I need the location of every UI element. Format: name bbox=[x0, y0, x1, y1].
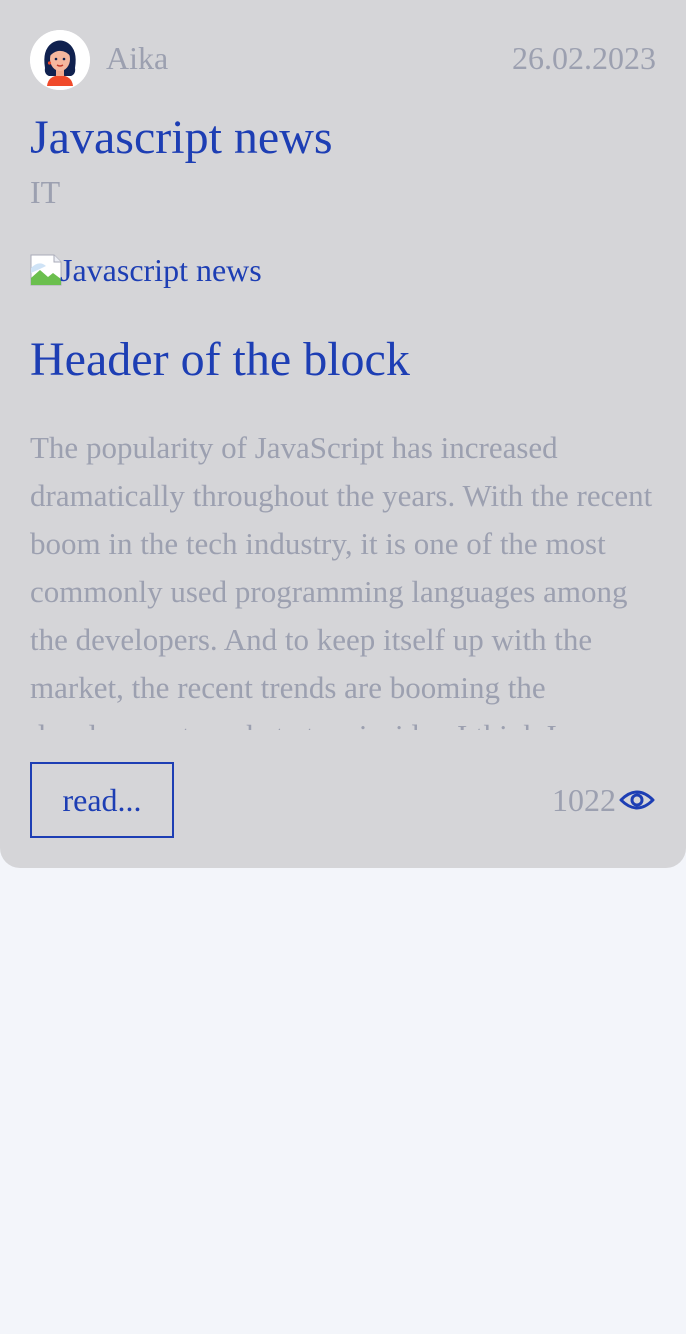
author-avatar[interactable] bbox=[30, 30, 90, 90]
woman-avatar-icon bbox=[30, 30, 90, 90]
read-more-button[interactable]: read... bbox=[30, 762, 174, 838]
post-image: Javascript news bbox=[30, 250, 262, 290]
author-name: Aika bbox=[106, 40, 169, 76]
post-body: The popularity of JavaScript has increas… bbox=[30, 430, 653, 730]
broken-image-icon bbox=[30, 254, 62, 286]
views-counter: 1022 bbox=[552, 778, 656, 822]
block-header: Header of the block bbox=[30, 333, 410, 386]
post-image-alt: Javascript news bbox=[60, 252, 262, 288]
post-card: Aika 26.02.2023 Javascript news IT Javas… bbox=[0, 0, 686, 868]
post-date: 26.02.2023 bbox=[512, 40, 656, 76]
post-category: IT bbox=[30, 174, 61, 210]
post-title: Javascript news bbox=[30, 111, 333, 164]
views-count: 1022 bbox=[552, 782, 616, 818]
eye-icon bbox=[619, 790, 655, 810]
